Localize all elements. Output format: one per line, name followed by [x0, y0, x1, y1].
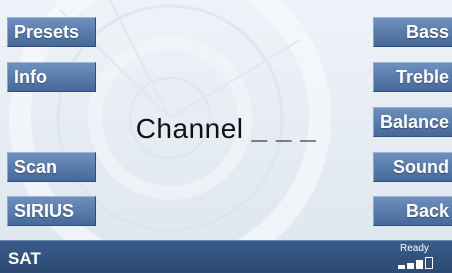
source-label: SAT	[8, 249, 41, 268]
info-button[interactable]: Info	[7, 62, 96, 92]
status-bar: SAT Ready	[0, 240, 452, 273]
radio-screen: Presets Info Scan SIRIUS Bass Treble Bal…	[0, 0, 452, 240]
sound-button[interactable]: Sound	[373, 152, 452, 182]
scan-button[interactable]: Scan	[7, 152, 96, 182]
signal-strength-icon	[398, 257, 433, 269]
treble-button[interactable]: Treble	[373, 62, 452, 92]
channel-display: Channel _ _ _	[0, 113, 452, 145]
ready-indicator: Ready	[400, 243, 429, 254]
presets-button[interactable]: Presets	[7, 17, 96, 47]
bass-button[interactable]: Bass	[373, 17, 452, 47]
sirius-button[interactable]: SIRIUS	[7, 196, 96, 226]
channel-label: Channel	[135, 113, 244, 144]
back-button[interactable]: Back	[373, 196, 452, 226]
channel-number-placeholder: _ _ _	[251, 113, 317, 144]
